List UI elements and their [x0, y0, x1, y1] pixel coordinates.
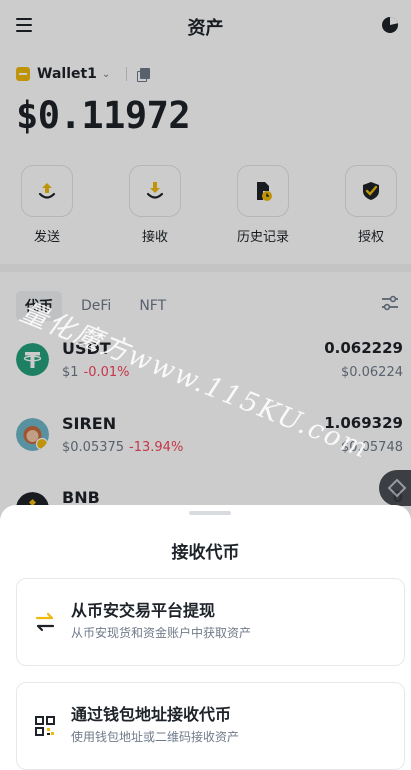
option-subtitle: 从币安现货和资金账户中获取资产 [71, 626, 252, 640]
option-title: 从币安交易平台提现 [71, 601, 216, 620]
option-title: 通过钱包地址接收代币 [71, 705, 232, 724]
withdraw-from-exchange-option[interactable]: 从币安交易平台提现 从币安现货和资金账户中获取资产 [16, 578, 405, 666]
transfer-arrows-icon [35, 612, 55, 632]
receive-via-address-option[interactable]: 通过钱包地址接收代币 使用钱包地址或二维码接收资产 [16, 682, 405, 770]
qr-code-icon [35, 716, 55, 736]
sheet-title: 接收代币 [171, 543, 240, 563]
sheet-drag-handle[interactable] [189, 511, 231, 515]
option-subtitle: 使用钱包地址或二维码接收资产 [71, 730, 240, 744]
